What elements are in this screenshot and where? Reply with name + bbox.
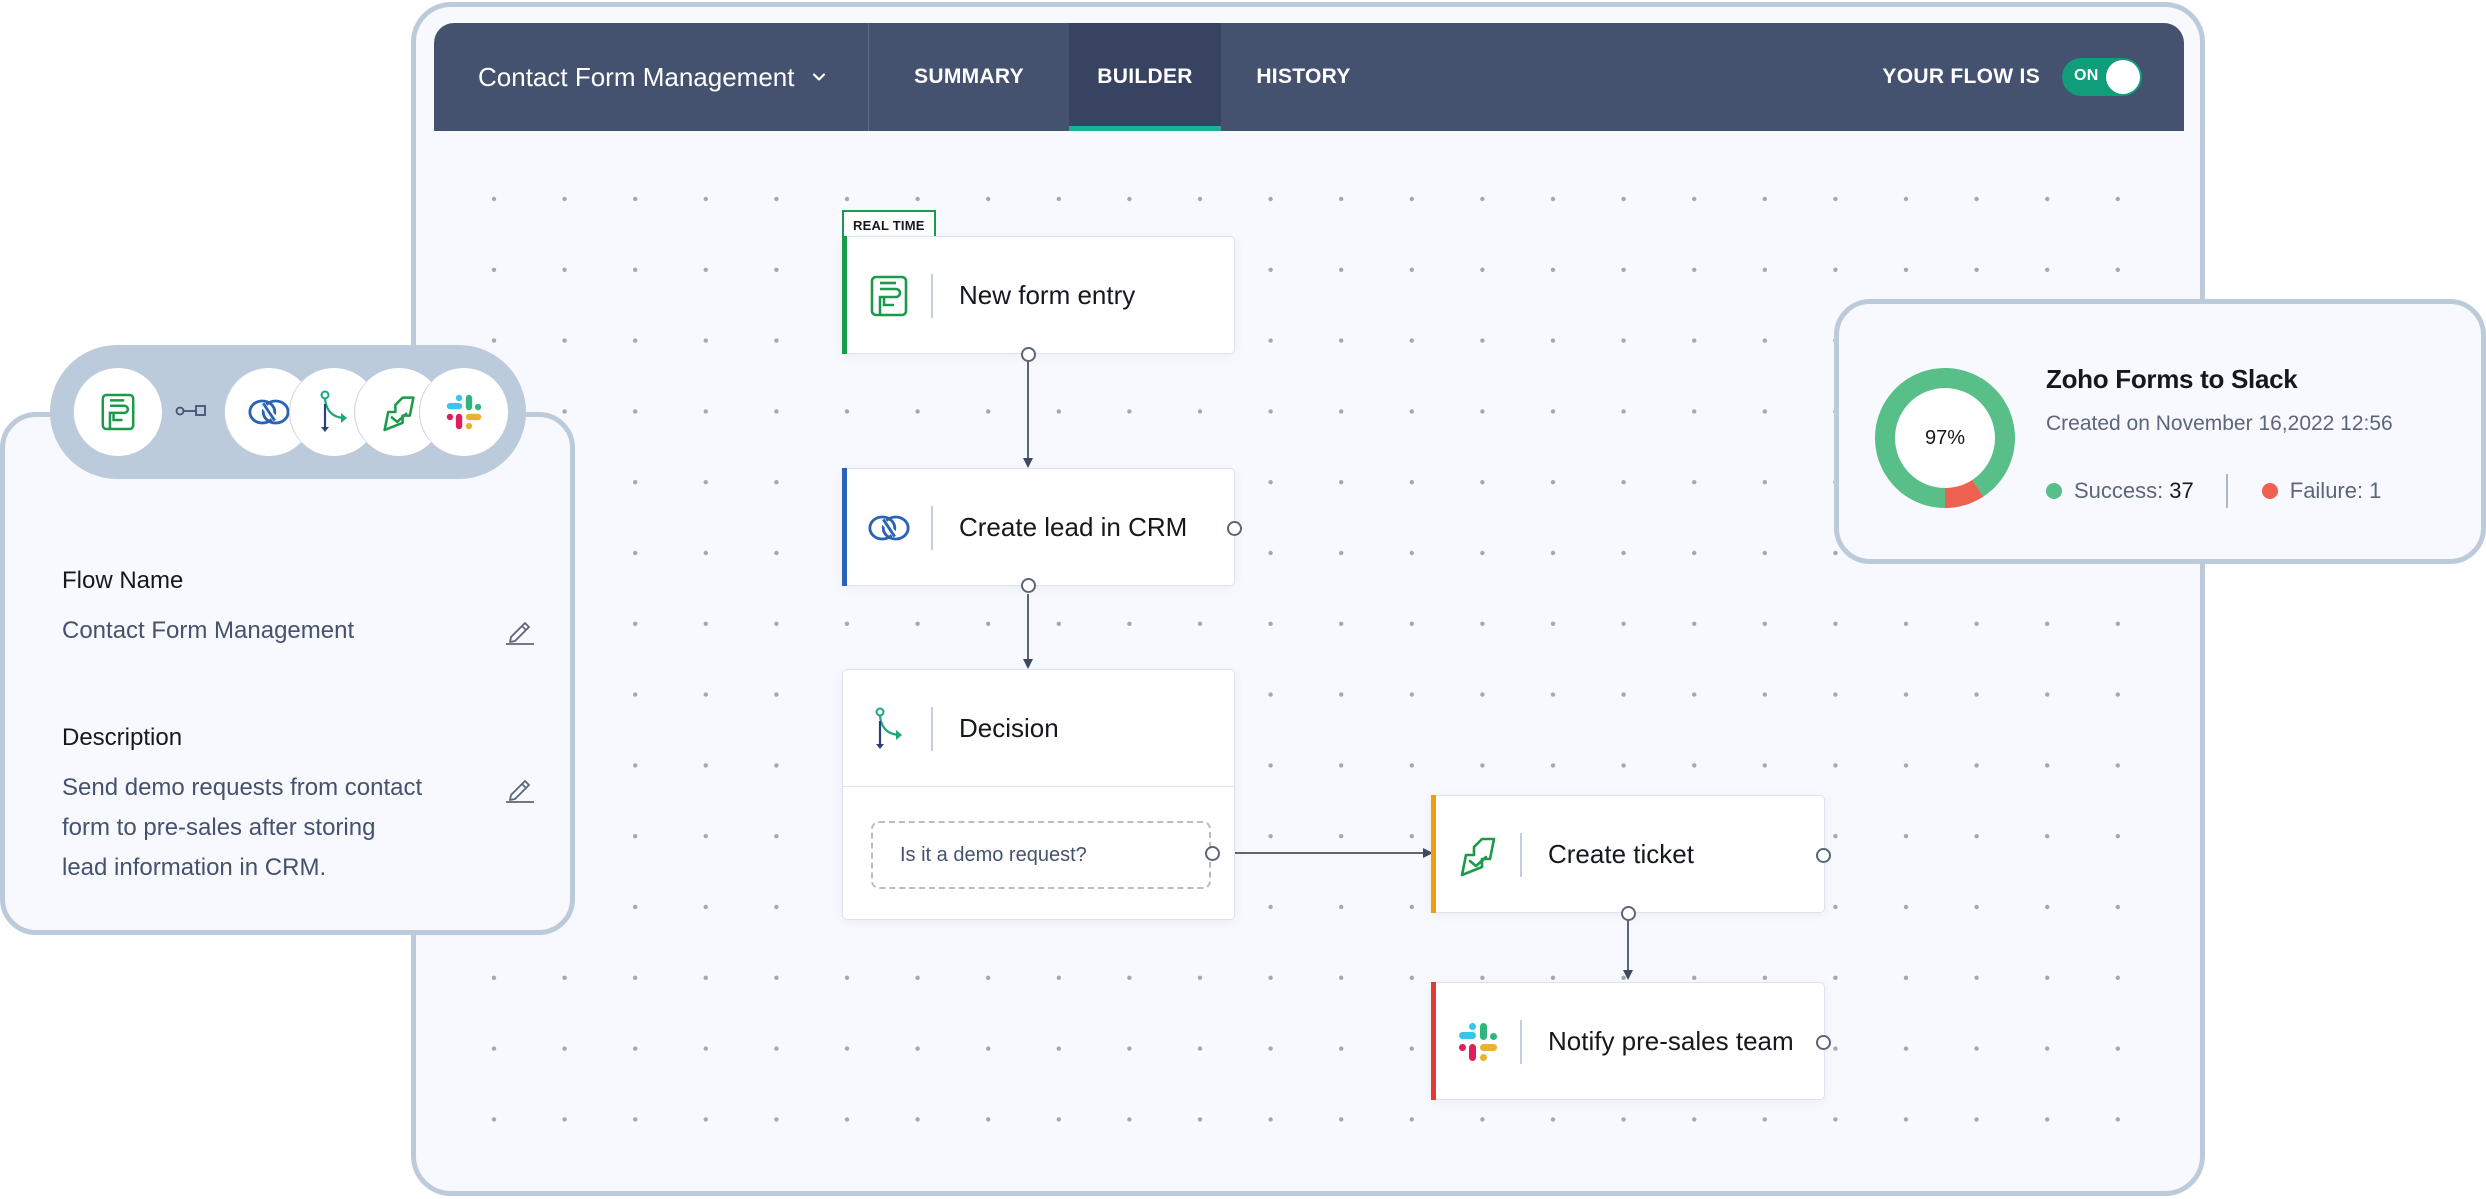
node-separator bbox=[931, 505, 933, 550]
tab-history[interactable]: HISTORY bbox=[1221, 23, 1386, 131]
tab-bar: SUMMARY BUILDER HISTORY bbox=[869, 23, 1386, 131]
description-line-1: Send demo requests from contact bbox=[62, 774, 423, 801]
node-separator bbox=[1520, 1019, 1522, 1064]
description-line-2: form to pre-sales after storing bbox=[62, 814, 376, 841]
node-label: Notify pre-sales team bbox=[1548, 1026, 1794, 1056]
slack-icon bbox=[1456, 1020, 1500, 1064]
flow-details-panel: Flow Name Contact Form Management Descri… bbox=[0, 412, 575, 935]
success-label: Success: bbox=[2074, 478, 2164, 503]
flow-stats-card: 97% Zoho Forms to Slack Created on Novem… bbox=[1834, 299, 2486, 564]
connector-icon bbox=[175, 405, 206, 416]
flow-header: Contact Form Management SUMMARY BUILDER … bbox=[434, 23, 2184, 131]
flow-status-label: YOUR FLOW IS bbox=[1882, 65, 2040, 88]
zoho-crm-icon bbox=[867, 506, 911, 550]
flow-selector-dropdown[interactable]: Contact Form Management bbox=[434, 23, 869, 131]
condition-output-port[interactable] bbox=[1205, 846, 1220, 861]
node-create-ticket[interactable]: Create ticket bbox=[1431, 795, 1831, 921]
side-port[interactable] bbox=[1227, 521, 1242, 536]
zoho-forms-icon bbox=[867, 274, 911, 318]
node-separator bbox=[1520, 832, 1522, 877]
stats-flow-title: Zoho Forms to Slack bbox=[2046, 364, 2298, 394]
node-separator bbox=[931, 273, 933, 318]
slack-icon bbox=[446, 394, 482, 430]
stats-counts: Success: 37 Failure: 1 bbox=[2046, 474, 2381, 508]
success-rate-label: 97% bbox=[1924, 426, 1966, 449]
condition-text: Is it a demo request? bbox=[900, 843, 1087, 866]
success-dot-icon bbox=[2046, 483, 2062, 499]
builder-canvas[interactable] bbox=[434, 131, 2184, 1189]
toggle-knob bbox=[2106, 60, 2140, 94]
flow-on-toggle[interactable]: ON bbox=[2062, 58, 2142, 96]
zoho-crm-icon bbox=[248, 399, 290, 425]
side-port[interactable] bbox=[1816, 848, 1831, 863]
node-label: Create ticket bbox=[1548, 839, 1694, 869]
flow-name-title: Contact Form Management bbox=[478, 61, 795, 92]
toggle-state-label: ON bbox=[2074, 67, 2099, 84]
output-port[interactable] bbox=[1021, 578, 1036, 593]
output-port[interactable] bbox=[1621, 906, 1636, 921]
node-separator bbox=[931, 706, 933, 751]
failure-count: 1 bbox=[2369, 478, 2382, 503]
side-port[interactable] bbox=[1816, 1035, 1831, 1050]
flow-status: YOUR FLOW IS ON bbox=[1882, 23, 2184, 131]
node-label: New form entry bbox=[959, 280, 1136, 310]
zoho-desk-icon bbox=[1456, 833, 1500, 877]
node-label: Create lead in CRM bbox=[959, 512, 1188, 542]
decision-branch-icon bbox=[320, 390, 347, 432]
decision-condition[interactable]: Is it a demo request? bbox=[871, 821, 1211, 889]
stats-separator bbox=[2225, 474, 2228, 508]
output-port[interactable] bbox=[1021, 347, 1036, 362]
app-circle-slack bbox=[420, 368, 508, 456]
flow-name-label: Flow Name bbox=[62, 567, 184, 594]
failure-dot-icon bbox=[2261, 483, 2278, 499]
description-line-3: lead information in CRM. bbox=[62, 854, 327, 881]
flow-apps-strip bbox=[50, 345, 526, 479]
stats-created-date: Created on November 16,2022 12:56 bbox=[2046, 412, 2393, 435]
app-circle-forms bbox=[74, 368, 162, 456]
zoho-desk-icon bbox=[383, 396, 415, 432]
real-time-tag: REAL TIME bbox=[842, 210, 936, 238]
node-new-form-entry[interactable]: New form entry bbox=[842, 236, 1235, 362]
flow-name-value: Contact Form Management bbox=[62, 617, 355, 644]
dot-grid bbox=[491, 196, 2120, 1122]
success-count: 37 bbox=[2169, 478, 2194, 503]
node-decision[interactable]: Decision Is it a demo request? bbox=[842, 669, 1235, 920]
edit-description-pencil-icon[interactable] bbox=[505, 773, 535, 803]
node-create-lead-crm[interactable]: Create lead in CRM bbox=[842, 468, 1242, 593]
failure-label: Failure: bbox=[2289, 478, 2364, 503]
description-label: Description bbox=[62, 724, 183, 751]
node-notify-presales[interactable]: Notify pre-sales team bbox=[1431, 982, 1831, 1100]
decision-branch-icon bbox=[867, 707, 911, 751]
node-label: Decision bbox=[959, 713, 1059, 743]
tab-summary[interactable]: SUMMARY bbox=[869, 23, 1069, 131]
decision-divider bbox=[843, 786, 1234, 787]
chevron-down-icon bbox=[813, 73, 826, 81]
edit-flow-name-pencil-icon[interactable] bbox=[505, 615, 535, 645]
tab-builder[interactable]: BUILDER bbox=[1069, 23, 1221, 131]
zoho-forms-icon bbox=[101, 393, 135, 431]
